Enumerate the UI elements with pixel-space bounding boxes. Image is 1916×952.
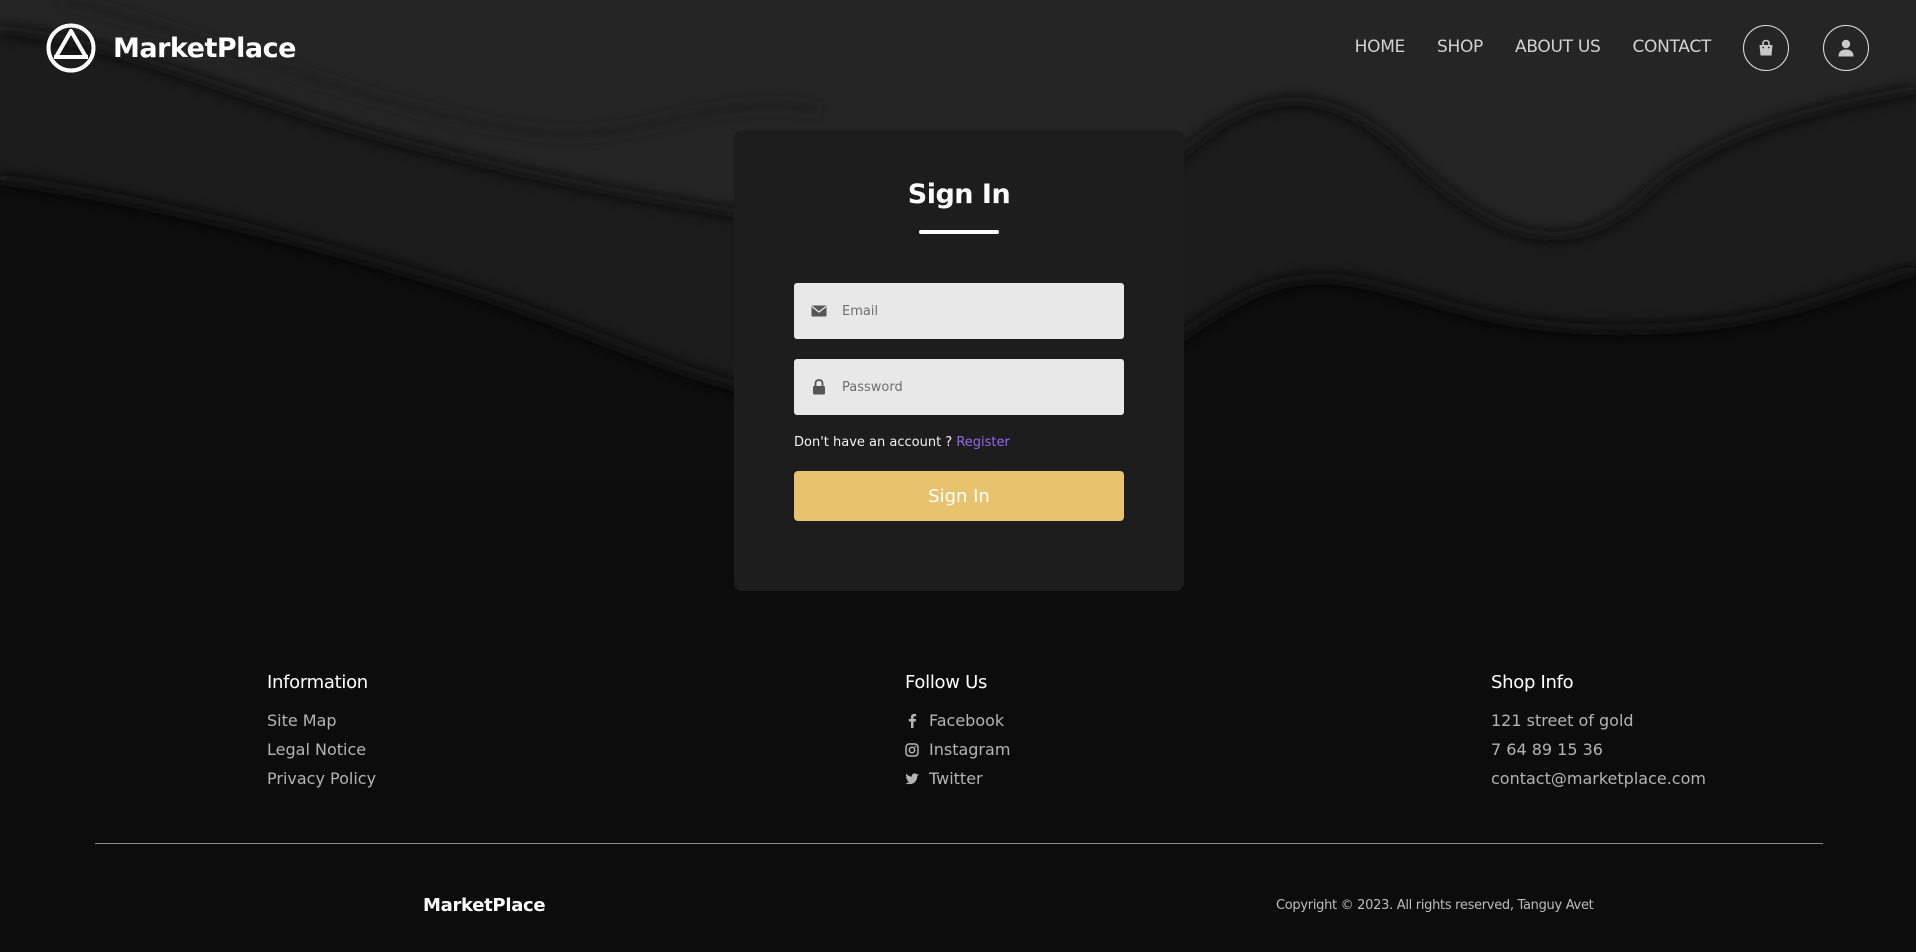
shopping-bag-icon <box>1759 39 1773 56</box>
register-prompt: Don't have an account ? Register <box>794 435 1010 450</box>
account-button[interactable] <box>1823 25 1869 71</box>
follow-us-heading: Follow Us <box>905 672 988 693</box>
email-field[interactable] <box>794 283 1124 339</box>
facebook-icon <box>905 713 919 728</box>
copyright-text: Copyright © 2023. All rights reserved, T… <box>1276 898 1594 913</box>
triangle-logo-icon <box>46 23 96 73</box>
footer-brand: MarketPlace <box>423 895 546 916</box>
cart-button[interactable] <box>1743 25 1789 71</box>
email-input[interactable] <box>840 302 1114 320</box>
nav-home[interactable]: HOME <box>1355 37 1406 57</box>
legal-notice-link[interactable]: Legal Notice <box>267 735 376 764</box>
brand-logo[interactable]: MarketPlace <box>46 23 296 73</box>
facebook-label: Facebook <box>929 711 1005 730</box>
twitter-icon <box>905 772 919 786</box>
lock-icon <box>810 378 828 396</box>
nav-about-us[interactable]: ABOUT US <box>1515 37 1601 57</box>
instagram-label: Instagram <box>929 740 1011 759</box>
privacy-policy-link[interactable]: Privacy Policy <box>267 764 376 793</box>
signin-card: Sign In Don't have an account ? Register… <box>734 130 1184 591</box>
envelope-icon <box>810 302 828 320</box>
password-input[interactable] <box>840 378 1114 396</box>
footer-shop-info: Shop Info 121 street of gold 7 64 89 15 … <box>1491 672 1706 793</box>
twitter-link[interactable]: Twitter <box>905 764 1010 793</box>
shop-phone: 7 64 89 15 36 <box>1491 740 1603 759</box>
signin-button[interactable]: Sign In <box>794 471 1124 521</box>
main-nav: HOME SHOP ABOUT US CONTACT <box>1355 37 1712 57</box>
shop-info-heading: Shop Info <box>1491 672 1574 693</box>
footer-divider <box>95 843 1823 844</box>
information-heading: Information <box>267 672 368 693</box>
brand-name: MarketPlace <box>113 32 296 64</box>
twitter-label: Twitter <box>929 769 983 788</box>
register-link[interactable]: Register <box>956 435 1010 450</box>
signin-title: Sign In <box>907 179 1011 210</box>
title-underline <box>919 230 999 234</box>
footer-follow-us: Follow Us Facebook Instagram Twitter <box>905 672 1010 793</box>
user-icon <box>1838 39 1854 57</box>
nav-shop[interactable]: SHOP <box>1437 37 1483 57</box>
nav-contact[interactable]: CONTACT <box>1632 37 1711 57</box>
site-header: MarketPlace HOME SHOP ABOUT US CONTACT <box>0 0 1916 98</box>
facebook-link[interactable]: Facebook <box>905 706 1010 735</box>
site-map-link[interactable]: Site Map <box>267 706 376 735</box>
shop-address: 121 street of gold <box>1491 711 1634 730</box>
footer-information: Information Site Map Legal Notice Privac… <box>267 672 376 793</box>
shop-email[interactable]: contact@marketplace.com <box>1491 764 1706 793</box>
password-field[interactable] <box>794 359 1124 415</box>
no-account-text: Don't have an account ? <box>794 435 953 450</box>
instagram-link[interactable]: Instagram <box>905 735 1010 764</box>
instagram-icon <box>905 742 919 757</box>
